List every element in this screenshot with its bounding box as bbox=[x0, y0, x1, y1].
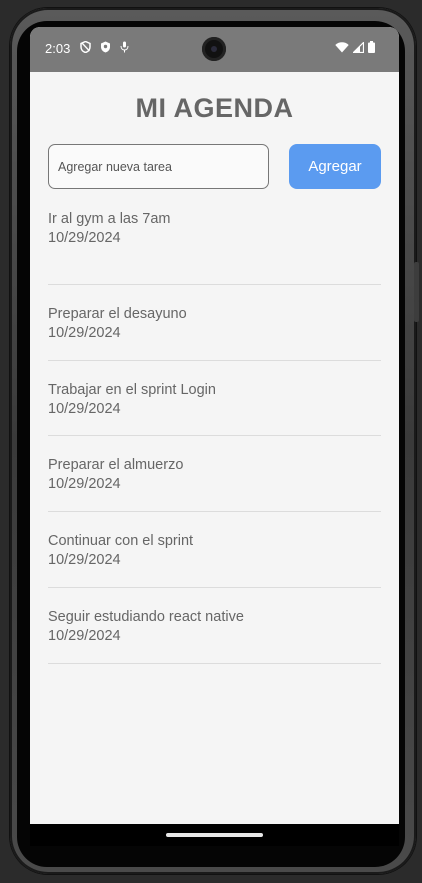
task-item[interactable]: Seguir estudiando react native 10/29/202… bbox=[48, 588, 381, 664]
task-item[interactable]: Continuar con el sprint 10/29/2024 bbox=[48, 512, 381, 588]
task-item[interactable]: Preparar el desayuno 10/29/2024 bbox=[48, 285, 381, 361]
volume-button bbox=[414, 300, 419, 320]
task-item[interactable]: Ir al gym a las 7am 10/29/2024 bbox=[48, 209, 381, 285]
battery-icon bbox=[368, 40, 375, 58]
task-date: 10/29/2024 bbox=[48, 552, 121, 569]
signal-icon bbox=[352, 40, 365, 58]
task-item[interactable]: Preparar el almuerzo 10/29/2024 bbox=[48, 436, 381, 513]
status-system-icons bbox=[335, 40, 375, 58]
task-list: Ir al gym a las 7am 10/29/2024 Preparar … bbox=[48, 209, 381, 664]
wifi-icon bbox=[335, 40, 349, 58]
front-camera bbox=[202, 37, 226, 61]
home-gesture-handle[interactable] bbox=[166, 833, 263, 837]
task-name: Preparar el desayuno bbox=[48, 305, 187, 322]
navigation-bar bbox=[30, 824, 399, 846]
task-name: Preparar el almuerzo bbox=[48, 457, 184, 474]
task-name: Ir al gym a las 7am bbox=[48, 211, 171, 227]
shield-outline-icon bbox=[80, 40, 91, 58]
task-date: 10/29/2024 bbox=[48, 476, 121, 493]
shield-filled-icon bbox=[100, 40, 111, 58]
page-title: MI AGENDA bbox=[135, 93, 294, 123]
task-name: Trabajar en el sprint Login bbox=[48, 381, 216, 398]
task-date: 10/29/2024 bbox=[48, 230, 121, 246]
task-date: 10/29/2024 bbox=[48, 627, 121, 644]
task-item[interactable]: Trabajar en el sprint Login 10/29/2024 bbox=[48, 361, 381, 437]
new-task-input[interactable] bbox=[48, 144, 269, 189]
mic-icon bbox=[120, 40, 129, 58]
status-bar: 2:03 bbox=[30, 27, 399, 72]
add-task-button[interactable]: Agregar bbox=[289, 144, 381, 189]
status-time: 2:03 bbox=[45, 41, 71, 56]
task-name: Seguir estudiando react native bbox=[48, 608, 244, 625]
screen: 2:03 MI AGENDA Agregar nueva tarea Agreg… bbox=[30, 27, 399, 824]
task-name: Continuar con el sprint bbox=[48, 533, 194, 550]
task-date: 10/29/2024 bbox=[48, 324, 121, 341]
status-notification-icons bbox=[80, 40, 129, 58]
task-date: 10/29/2024 bbox=[48, 400, 121, 417]
